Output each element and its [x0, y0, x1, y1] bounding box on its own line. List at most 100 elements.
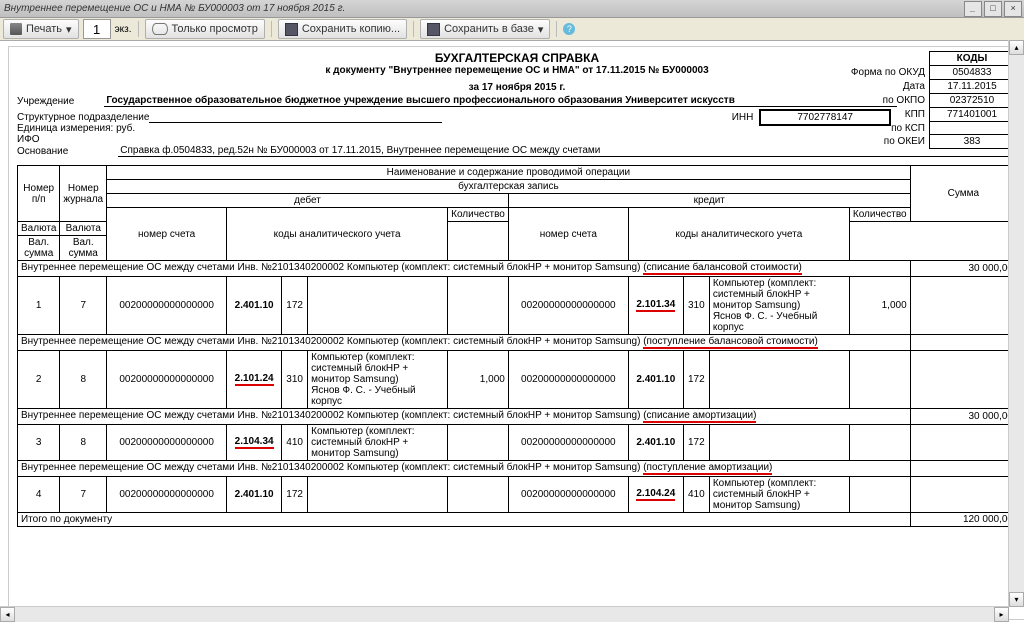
copies-input[interactable]	[83, 19, 111, 39]
group-sum: 30 000,00	[910, 409, 1016, 425]
table-cell: Компьютер (комплект: системный блокHP + …	[709, 477, 849, 513]
table-cell: 172	[282, 477, 308, 513]
table-cell	[709, 425, 849, 461]
toolbar: Печать ▾ экз. Только просмотр Сохранить …	[0, 18, 1024, 41]
table-cell	[849, 477, 910, 513]
table-cell	[448, 277, 509, 335]
table-cell: Компьютер (комплект: системный блокHP + …	[709, 277, 849, 335]
print-label: Печать	[26, 23, 62, 35]
vertical-scrollbar[interactable]: ▴ ▾	[1008, 40, 1024, 607]
org-value: Государственное образовательное бюджетно…	[104, 95, 897, 107]
table-cell: 3	[18, 425, 60, 461]
table-cell: 00200000000000000	[508, 351, 628, 409]
table-cell: 1,000	[849, 277, 910, 335]
table-cell: 2.104.34	[227, 425, 282, 461]
inn-label: ИНН	[732, 112, 754, 123]
table-cell: 2.101.34	[628, 277, 683, 335]
table-cell: 00200000000000000	[107, 477, 227, 513]
table-cell: 2.401.10	[227, 477, 282, 513]
table-cell: 172	[282, 277, 308, 335]
preview-label: Только просмотр	[172, 23, 258, 35]
minimize-button[interactable]: _	[964, 1, 982, 17]
table-cell: 8	[60, 351, 107, 409]
scroll-right-icon[interactable]: ▸	[994, 607, 1009, 622]
scroll-down-icon[interactable]: ▾	[1009, 592, 1024, 607]
table-cell	[448, 425, 509, 461]
close-button[interactable]: ×	[1004, 1, 1022, 17]
table-cell: 00200000000000000	[508, 277, 628, 335]
dropdown-icon: ▾	[66, 23, 72, 36]
table-cell: 1	[18, 277, 60, 335]
table-cell: 00200000000000000	[107, 425, 227, 461]
table-cell: 2.104.24	[628, 477, 683, 513]
table-cell	[910, 425, 1016, 461]
maximize-button[interactable]: □	[984, 1, 1002, 17]
table-cell: 2.401.10	[227, 277, 282, 335]
group-desc: Внутреннее перемещение ОС между счетами …	[18, 409, 911, 425]
save-db-label: Сохранить в базе	[444, 23, 534, 35]
scroll-left-icon[interactable]: ◂	[0, 607, 15, 622]
group-desc: Внутреннее перемещение ОС между счетами …	[18, 461, 911, 477]
copies-suffix: экз.	[115, 24, 132, 35]
table-cell: 7	[60, 277, 107, 335]
table-cell	[308, 277, 448, 335]
help-button[interactable]: ?	[563, 23, 575, 35]
table-cell	[709, 351, 849, 409]
save-copy-label: Сохранить копию...	[302, 23, 400, 35]
codes-header: КОДЫ	[930, 52, 1015, 66]
unit-label: Единица измерения: руб.	[17, 123, 135, 134]
table-cell: 410	[282, 425, 308, 461]
save-db-button[interactable]: Сохранить в базе ▾	[420, 19, 550, 39]
table-cell	[849, 351, 910, 409]
floppy-icon	[285, 23, 298, 36]
table-cell: 410	[683, 477, 709, 513]
group-desc: Внутреннее перемещение ОС между счетами …	[18, 335, 911, 351]
table-cell: 310	[282, 351, 308, 409]
horizontal-scrollbar[interactable]: ◂ ▸	[0, 606, 1009, 622]
table-cell: 00200000000000000	[508, 477, 628, 513]
eye-icon	[152, 23, 168, 35]
table-cell: 4	[18, 477, 60, 513]
entries-table: Номер п/п Номер журнала Наименование и с…	[17, 165, 1017, 527]
basis-label: Основание	[17, 146, 68, 157]
subdiv-label: Структурное подразделение	[17, 112, 149, 123]
dropdown-icon: ▾	[538, 23, 544, 36]
total-sum: 120 000,00	[910, 513, 1016, 527]
ifo-label: ИФО	[17, 134, 40, 145]
table-cell	[448, 477, 509, 513]
window-title: Внутреннее перемещение ОС и НМА № БУ0000…	[4, 3, 345, 14]
table-cell: Компьютер (комплект: системный блокHP + …	[308, 351, 448, 409]
printer-icon	[10, 23, 22, 35]
table-cell: 310	[683, 277, 709, 335]
table-cell: 2.401.10	[628, 425, 683, 461]
floppy-icon	[427, 23, 440, 36]
table-cell: 00200000000000000	[107, 351, 227, 409]
table-cell	[910, 351, 1016, 409]
table-cell: 172	[683, 351, 709, 409]
table-cell	[910, 277, 1016, 335]
group-sum: 30 000,00	[910, 261, 1016, 277]
table-cell	[849, 425, 910, 461]
table-cell: 00200000000000000	[508, 425, 628, 461]
table-cell: 7	[60, 477, 107, 513]
save-copy-button[interactable]: Сохранить копию...	[278, 19, 407, 39]
table-cell: 8	[60, 425, 107, 461]
group-sum	[910, 335, 1016, 351]
codes-table: КОДЫ Форма по ОКУД0504833 Дата17.11.2015…	[850, 51, 1015, 149]
scroll-up-icon[interactable]: ▴	[1009, 40, 1024, 55]
preview-button[interactable]: Только просмотр	[145, 19, 265, 39]
table-cell: 2	[18, 351, 60, 409]
table-cell: 172	[683, 425, 709, 461]
total-label: Итого по документу	[18, 513, 911, 527]
org-label: Учреждение	[17, 96, 74, 107]
window-title-bar: Внутреннее перемещение ОС и НМА № БУ0000…	[0, 0, 1024, 18]
table-cell: Компьютер (комплект: системный блокHP + …	[308, 425, 448, 461]
group-sum	[910, 461, 1016, 477]
print-button[interactable]: Печать ▾	[3, 19, 79, 39]
table-cell	[910, 477, 1016, 513]
group-desc: Внутреннее перемещение ОС между счетами …	[18, 261, 911, 277]
document-page: КОДЫ Форма по ОКУД0504833 Дата17.11.2015…	[8, 46, 1024, 620]
table-cell	[308, 477, 448, 513]
table-cell: 1,000	[448, 351, 509, 409]
table-cell: 2.401.10	[628, 351, 683, 409]
